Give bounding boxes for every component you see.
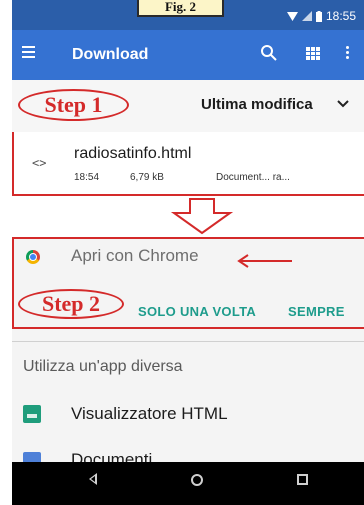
app-title: Download (72, 46, 149, 63)
grid-view-icon[interactable] (306, 47, 320, 60)
home-icon[interactable] (191, 474, 203, 486)
status-time: 18:55 (325, 9, 356, 23)
open-with-sheet (12, 237, 364, 462)
step-2-annotation: Step 2 (18, 289, 124, 319)
file-time: 18:54 (74, 172, 100, 183)
html-viewer-icon (23, 405, 41, 423)
battery-icon (315, 10, 322, 22)
app-option-html-viewer[interactable]: Visualizzatore HTML (71, 404, 228, 424)
file-kind: Document... ra... (216, 172, 290, 183)
signal-icon (301, 11, 312, 21)
file-highlight-side (12, 132, 14, 195)
navigation-bar (12, 462, 364, 505)
left-arrow-annotation (237, 254, 292, 268)
wifi-icon (286, 11, 298, 21)
figure-label: Fig. 2 (137, 0, 224, 17)
file-size: 6,79 kB (130, 172, 164, 183)
recent-apps-icon[interactable] (297, 474, 308, 485)
open-with-chrome[interactable]: Apri con Chrome (71, 246, 199, 266)
sheet-border-left (12, 237, 14, 329)
file-name: radiosatinfo.html (74, 145, 192, 162)
down-arrow-annotation (170, 198, 234, 235)
divider (12, 341, 364, 342)
more-options-icon[interactable] (346, 46, 350, 62)
file-highlight-line (12, 194, 364, 196)
app-bar: Download (12, 30, 364, 80)
search-icon[interactable] (260, 44, 278, 62)
sort-label[interactable]: Ultima modifica (201, 96, 313, 113)
other-app-heading: Utilizza un'app diversa (23, 358, 183, 375)
sheet-border-top (12, 237, 364, 239)
status-icons: 18:55 (286, 9, 356, 23)
back-icon[interactable] (89, 473, 97, 485)
always-button[interactable]: SEMPRE (288, 304, 345, 319)
chrome-icon (26, 250, 40, 264)
file-row[interactable]: <> radiosatinfo.html 18:54 6,79 kB Docum… (12, 132, 364, 194)
chevron-down-icon[interactable] (337, 100, 349, 108)
step-1-annotation: Step 1 (18, 89, 129, 121)
code-file-icon: <> (32, 156, 47, 170)
sheet-border-bottom (12, 327, 364, 329)
just-once-button[interactable]: SOLO UNA VOLTA (138, 304, 256, 319)
menu-icon[interactable] (22, 46, 35, 59)
